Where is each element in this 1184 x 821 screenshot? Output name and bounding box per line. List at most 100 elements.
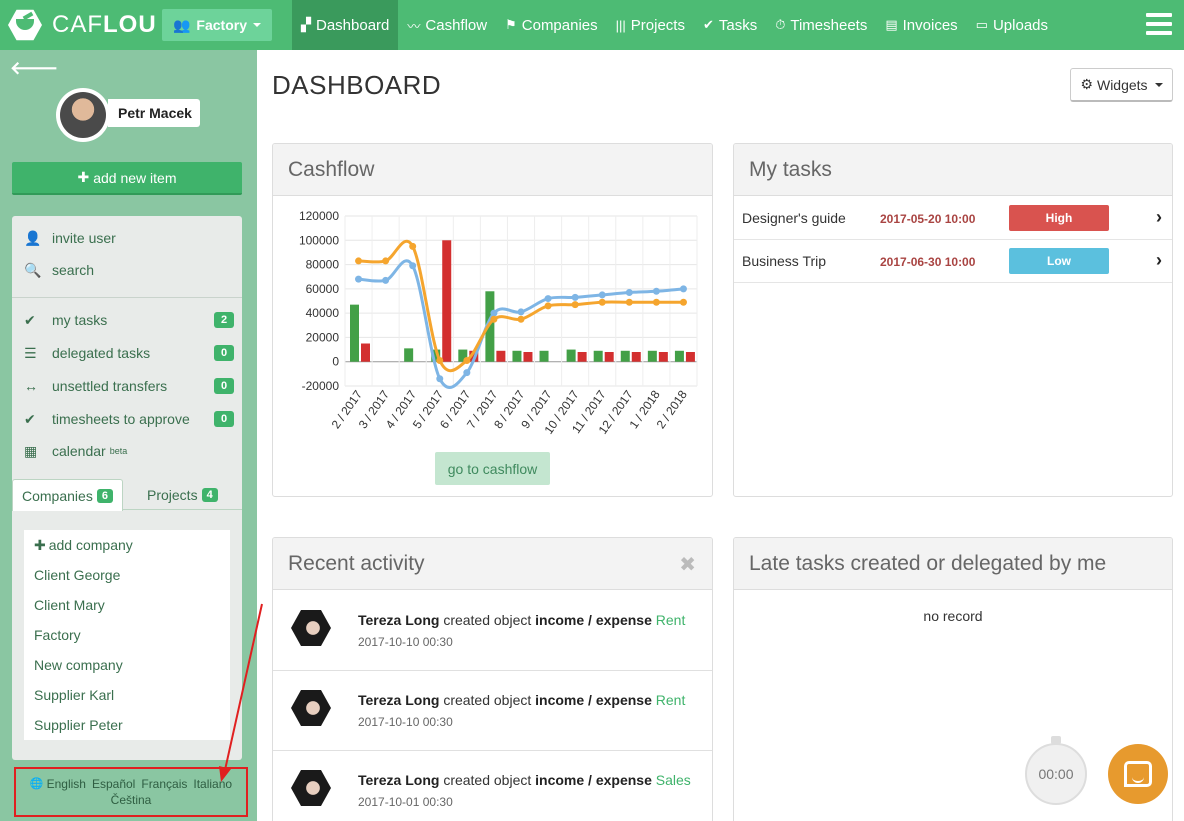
y-tick-label: 0: [332, 355, 339, 369]
chevron-right-icon[interactable]: ›: [1156, 250, 1162, 271]
beta-badge: beta: [109, 446, 128, 456]
main-nav: ▞ Dashboard 〰 Cashflow ⚑ Companies ||| Projects…: [292, 0, 1057, 50]
sidebar-item-calendar[interactable]: ▦ calendar beta: [24, 439, 234, 463]
tasks-icon: ✔: [24, 311, 36, 328]
nav-companies[interactable]: ⚑ Companies: [496, 0, 607, 50]
line-point: [679, 298, 687, 306]
stopwatch-icon: ⏱: [775, 17, 786, 32]
bar: [647, 350, 657, 362]
sidebar-item-label: timesheets to approve: [52, 411, 190, 427]
bar: [674, 350, 684, 362]
avatar[interactable]: [287, 686, 335, 730]
activity-link[interactable]: Sales: [656, 772, 691, 788]
line-point: [409, 242, 417, 250]
nav-tasks[interactable]: ✔ Tasks: [694, 0, 766, 50]
priority-badge: Low: [1009, 248, 1109, 274]
nav-timesheets[interactable]: ⏱ Timesheets: [766, 0, 876, 50]
activity-link[interactable]: Rent: [656, 612, 686, 628]
late-tasks-panel: Late tasks created or delegated by me no…: [733, 537, 1173, 821]
cashflow-chart: -200000200004000060000800001000001200002…: [299, 209, 698, 437]
activity-link[interactable]: Rent: [656, 692, 686, 708]
language-link[interactable]: Español: [92, 777, 135, 791]
go-to-cashflow-button[interactable]: go to cashflow: [435, 452, 550, 485]
widgets-button[interactable]: ⚙ Widgets: [1070, 68, 1173, 102]
globe-icon: 🌐: [29, 778, 44, 790]
language-link[interactable]: Čeština: [111, 793, 152, 807]
add-new-item-button[interactable]: ✚ add new item: [12, 162, 242, 195]
panel-title: My tasks: [734, 144, 1172, 196]
bar: [539, 350, 549, 362]
sidebar-item-delegated-tasks[interactable]: ☰ delegated tasks 0: [24, 341, 234, 365]
plus-icon: ✚: [34, 536, 46, 553]
hamburger-menu-icon[interactable]: [1146, 13, 1172, 35]
chat-button[interactable]: [1108, 744, 1168, 804]
back-arrow-icon[interactable]: 🡐: [10, 58, 58, 79]
brand-logo[interactable]: CAFLOU: [0, 0, 162, 50]
activity-text: Tereza Long created object income / expe…: [358, 612, 685, 628]
line-point: [463, 357, 471, 364]
avatar[interactable]: [287, 606, 335, 650]
sidebar-item-label: my tasks: [52, 312, 108, 328]
nav-label: Uploads: [992, 16, 1049, 34]
close-icon[interactable]: ✖: [679, 552, 696, 577]
search-icon: 🔍: [24, 261, 42, 278]
list-item: Tereza Long created object income / expe…: [273, 751, 712, 821]
bar: [658, 352, 668, 362]
activity-object: income / expense: [535, 612, 652, 628]
company-selector[interactable]: 👥 Factory: [162, 9, 272, 41]
company-list: ✚ add company Client George Client Mary Fa…: [24, 530, 230, 740]
sidebar-item-search[interactable]: 🔍 search: [24, 258, 234, 282]
company-item[interactable]: Factory: [34, 625, 81, 645]
brand-name: CAFLOU: [52, 11, 157, 38]
sidebar-item-label: calendar: [52, 443, 106, 459]
activity-text: Tereza Long created object income / expe…: [358, 772, 691, 788]
nav-uploads[interactable]: ▭ Uploads: [967, 0, 1057, 50]
company-item[interactable]: New company: [34, 655, 123, 675]
company-item[interactable]: Client Mary: [34, 595, 105, 615]
line-point: [598, 298, 606, 306]
table-row[interactable]: Business Trip 2017-06-30 10:00 Low ›: [734, 240, 1172, 283]
line-point: [571, 293, 579, 301]
count-badge: 0: [214, 378, 234, 394]
gear-icon: ⚙: [1080, 76, 1093, 92]
plus-icon: ✚: [77, 169, 90, 185]
add-company-label: add company: [48, 537, 133, 553]
tab-companies[interactable]: Companies 6: [12, 479, 123, 511]
company-item[interactable]: Client George: [34, 565, 120, 585]
add-company-link[interactable]: ✚ add company: [34, 535, 133, 555]
y-tick-label: -20000: [302, 379, 340, 393]
panel-title: Recent activity: [273, 538, 712, 590]
company-item[interactable]: Supplier Karl: [34, 685, 114, 705]
nav-label: Tasks: [718, 16, 758, 34]
avatar[interactable]: [287, 766, 335, 810]
line-point: [463, 369, 471, 377]
sidebar-item-my-tasks[interactable]: ✔ my tasks 2: [24, 308, 234, 332]
user-name[interactable]: Petr Macek: [108, 99, 200, 127]
table-row[interactable]: Designer's guide 2017-05-20 10:00 High ›: [734, 197, 1172, 240]
add-new-item-label: add new item: [93, 169, 177, 186]
activity-user[interactable]: Tereza Long: [358, 612, 439, 628]
cashflow-icon: 〰: [407, 18, 421, 34]
bar: [566, 349, 576, 362]
language-link[interactable]: English: [47, 777, 86, 791]
line-point: [355, 275, 363, 283]
bar: [604, 352, 614, 362]
sidebar-item-invite-user[interactable]: 👤 invite user: [24, 226, 234, 250]
avatar[interactable]: [56, 88, 110, 142]
nav-dashboard[interactable]: ▞ Dashboard: [292, 0, 399, 50]
sidebar-item-timesheets-to-approve[interactable]: ✔ timesheets to approve 0: [24, 407, 234, 431]
activity-user[interactable]: Tereza Long: [358, 772, 439, 788]
line-point: [517, 308, 525, 316]
language-link[interactable]: Italiano: [193, 777, 232, 791]
nav-cashflow[interactable]: 〰 Cashflow: [398, 0, 496, 50]
nav-projects[interactable]: ||| Projects: [607, 0, 694, 50]
activity-user[interactable]: Tereza Long: [358, 692, 439, 708]
chevron-right-icon[interactable]: ›: [1156, 207, 1162, 228]
language-link[interactable]: Français: [141, 777, 187, 791]
company-item[interactable]: Supplier Peter: [34, 715, 123, 735]
tab-projects[interactable]: Projects 4: [138, 479, 227, 510]
nav-invoices[interactable]: ▤ Invoices: [876, 0, 966, 50]
sidebar-item-unsettled-transfers[interactable]: ↔ unsettled transfers 0: [24, 374, 234, 398]
stopwatch-timer[interactable]: 00:00: [1025, 736, 1087, 805]
tab-label: Projects: [147, 486, 198, 503]
